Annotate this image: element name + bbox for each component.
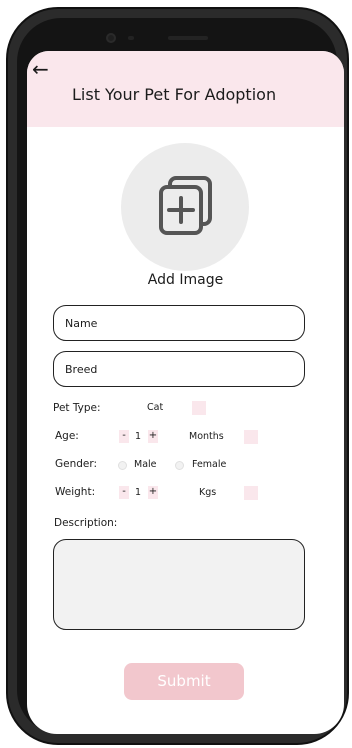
weight-value: 1 [134, 487, 142, 498]
weight-increment-button[interactable]: + [148, 486, 158, 499]
name-input[interactable] [53, 305, 305, 341]
pet-type-dropdown[interactable] [192, 401, 206, 415]
gender-male-radio[interactable] [118, 461, 127, 470]
gender-male-label: Male [134, 459, 157, 470]
description-textarea[interactable] [53, 539, 305, 630]
age-value: 1 [134, 431, 142, 442]
age-decrement-button[interactable]: - [119, 430, 129, 443]
age-unit-dropdown[interactable] [244, 430, 258, 444]
weight-unit-dropdown[interactable] [244, 486, 258, 500]
app-screen: ← List Your Pet For Adoption Add Image P… [27, 51, 344, 734]
gender-label: Gender: [55, 458, 98, 470]
age-label: Age: [55, 430, 79, 442]
front-camera [106, 33, 116, 43]
submit-button[interactable]: Submit [124, 663, 244, 700]
earpiece-speaker [168, 36, 208, 40]
gender-female-radio[interactable] [175, 461, 184, 470]
description-label: Description: [54, 517, 118, 529]
weight-unit: Kgs [199, 487, 217, 498]
add-image-label: Add Image [147, 272, 224, 288]
page-header: ← List Your Pet For Adoption [27, 51, 344, 127]
pet-type-label: Pet Type: [53, 402, 101, 414]
add-image-button[interactable] [121, 143, 249, 271]
weight-label: Weight: [55, 486, 96, 498]
weight-decrement-button[interactable]: - [119, 486, 129, 499]
gender-female-label: Female [192, 459, 227, 470]
add-image-icon [159, 176, 212, 235]
proximity-sensor [128, 36, 134, 40]
breed-input[interactable] [53, 351, 305, 387]
pet-type-value: Cat [147, 402, 164, 413]
age-unit: Months [189, 431, 224, 442]
back-arrow-icon[interactable]: ← [32, 59, 49, 79]
age-increment-button[interactable]: + [148, 430, 158, 443]
page-title: List Your Pet For Adoption [72, 85, 277, 104]
